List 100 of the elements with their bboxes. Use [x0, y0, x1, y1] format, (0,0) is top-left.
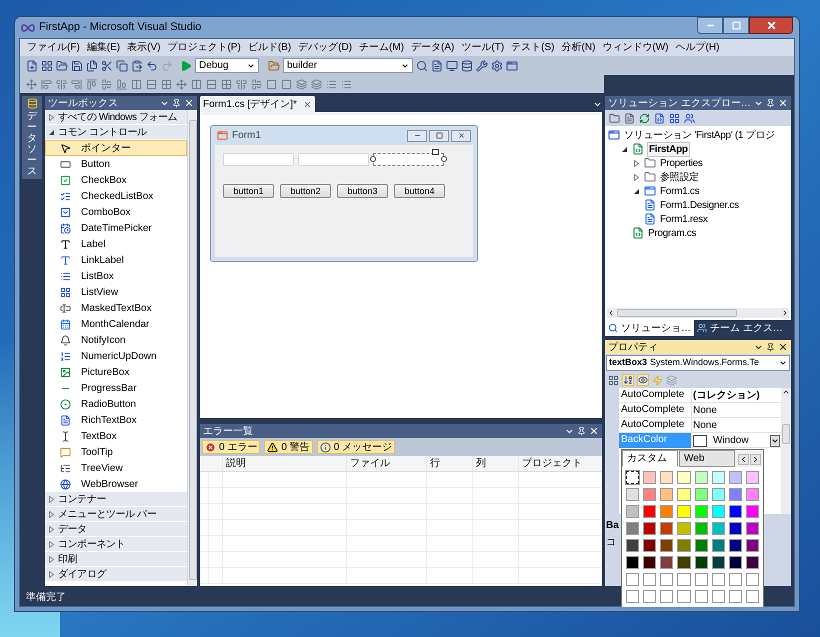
- color-swatch[interactable]: [746, 471, 759, 484]
- move-icon[interactable]: [26, 78, 37, 90]
- color-swatch[interactable]: [746, 556, 759, 569]
- menu-item[interactable]: ウィンドウ(W): [599, 40, 672, 55]
- grid-icon[interactable]: [608, 374, 619, 386]
- form-button[interactable]: button2: [280, 184, 331, 198]
- pin-icon[interactable]: [766, 342, 775, 352]
- tree-item[interactable]: Form1.Designer.cs: [659, 198, 740, 212]
- align-left-icon[interactable]: [41, 78, 52, 90]
- menu-item[interactable]: ファイル(F): [24, 40, 83, 55]
- folder-icon[interactable]: [609, 112, 620, 124]
- collapsed-triangle-icon[interactable]: [48, 540, 55, 548]
- color-swatch[interactable]: [712, 505, 725, 518]
- toolbox-item[interactable]: ポインター: [45, 140, 187, 156]
- form-button[interactable]: button3: [337, 184, 388, 198]
- collapsed-triangle-icon[interactable]: [633, 160, 640, 166]
- filter-button[interactable]: 0 警告: [264, 440, 313, 454]
- minimize-button[interactable]: [697, 17, 723, 34]
- align-bottom-icon[interactable]: [116, 78, 127, 90]
- color-swatch[interactable]: [746, 539, 759, 552]
- align-center-icon[interactable]: [236, 78, 247, 90]
- play-icon[interactable]: [180, 60, 192, 72]
- color-swatch[interactable]: [660, 539, 674, 552]
- column-header[interactable]: 列: [472, 456, 518, 471]
- toolbox-item[interactable]: CheckBox: [45, 172, 187, 188]
- grid-icon[interactable]: [161, 78, 172, 90]
- form-button[interactable]: button1: [223, 184, 274, 198]
- search-icon[interactable]: [416, 60, 428, 72]
- configuration-dropdown[interactable]: Debug: [195, 58, 259, 73]
- toolbox-group[interactable]: ダイアログ: [45, 567, 187, 582]
- color-swatch[interactable]: [626, 471, 640, 484]
- picker-tab[interactable]: Web: [679, 450, 735, 467]
- property-row[interactable]: AutoComplete None: [619, 403, 781, 418]
- toolbox-group[interactable]: コンポーネント: [45, 537, 187, 552]
- color-swatch[interactable]: [660, 505, 674, 518]
- color-swatch[interactable]: [694, 556, 708, 569]
- rows-icon[interactable]: [146, 78, 157, 90]
- scrollbar[interactable]: [781, 388, 791, 514]
- toolbox-item[interactable]: ToolTip: [45, 444, 187, 460]
- collapsed-triangle-icon[interactable]: [48, 510, 55, 518]
- close-icon[interactable]: [778, 342, 788, 352]
- color-swatch[interactable]: [712, 590, 725, 603]
- paste-icon[interactable]: [131, 60, 143, 72]
- color-swatch[interactable]: [728, 488, 742, 501]
- toolbox-item[interactable]: Button: [45, 156, 187, 172]
- column-header[interactable]: プロジェクト: [518, 456, 602, 471]
- maximize-button[interactable]: [723, 17, 749, 34]
- collapsed-triangle-icon[interactable]: [48, 570, 55, 578]
- layers-icon[interactable]: [666, 374, 677, 386]
- toolbox-group[interactable]: 印刷: [45, 552, 187, 567]
- tree-item[interactable]: Form1.resx: [659, 212, 709, 226]
- color-swatch[interactable]: [660, 471, 674, 484]
- toolbox-item[interactable]: ProgressBar: [45, 380, 187, 396]
- menu-item[interactable]: プロジェクト(P): [164, 40, 244, 55]
- square-icon[interactable]: [266, 78, 277, 90]
- refresh-icon[interactable]: [639, 112, 650, 124]
- columns-icon[interactable]: [191, 78, 202, 90]
- window-icon[interactable]: [506, 60, 518, 72]
- cut-icon[interactable]: [101, 60, 113, 72]
- toolbox-item[interactable]: WebBrowser: [45, 476, 187, 492]
- eye-icon[interactable]: [637, 374, 649, 386]
- toolbox-group[interactable]: コンテナー: [45, 492, 187, 507]
- scrollbar-thumb[interactable]: [188, 120, 196, 580]
- resize-handle[interactable]: [441, 156, 447, 162]
- align-top-icon[interactable]: [86, 78, 97, 90]
- new-file-icon[interactable]: [26, 60, 38, 72]
- color-swatch[interactable]: [728, 590, 742, 603]
- menu-item[interactable]: 分析(N): [558, 40, 598, 55]
- color-swatch[interactable]: [694, 539, 708, 552]
- menu-item[interactable]: データ(A): [408, 40, 458, 55]
- property-row[interactable]: BackColor Window: [619, 433, 781, 448]
- collapsed-triangle-icon[interactable]: [48, 556, 55, 562]
- scrollbar-thumb[interactable]: [617, 309, 737, 317]
- collapsed-triangle-icon[interactable]: [633, 174, 640, 180]
- menu-item[interactable]: ヘルプ(H): [672, 40, 722, 55]
- layers-icon[interactable]: [296, 78, 307, 90]
- columns-icon[interactable]: [131, 78, 142, 90]
- save-icon[interactable]: [71, 60, 83, 72]
- side-tab[interactable]: データソース: [22, 96, 42, 179]
- folder-icon[interactable]: [268, 60, 280, 72]
- toolbox-item[interactable]: NotifyIcon: [45, 332, 187, 348]
- document-icon[interactable]: [431, 60, 443, 72]
- color-swatch[interactable]: [694, 573, 708, 586]
- expanded-triangle-icon[interactable]: [633, 188, 640, 194]
- copy-icon[interactable]: [116, 60, 128, 72]
- smart-tag-icon[interactable]: [432, 149, 439, 155]
- toolbox-item[interactable]: NumericUpDown: [45, 348, 187, 364]
- files-icon[interactable]: [86, 60, 98, 72]
- folder-icon[interactable]: [56, 60, 68, 72]
- move-icon[interactable]: [176, 78, 187, 90]
- color-swatch[interactable]: [660, 488, 674, 501]
- menu-item[interactable]: チーム(M): [356, 40, 408, 55]
- toolbox-item[interactable]: Label: [45, 236, 187, 252]
- toolbox-item[interactable]: TextBox: [45, 428, 187, 444]
- color-swatch[interactable]: [660, 522, 674, 535]
- scroll-left-icon[interactable]: [738, 454, 749, 465]
- color-swatch[interactable]: [728, 573, 742, 586]
- color-swatch[interactable]: [677, 522, 690, 535]
- column-header[interactable]: 説明: [222, 456, 346, 471]
- color-swatch[interactable]: [660, 573, 674, 586]
